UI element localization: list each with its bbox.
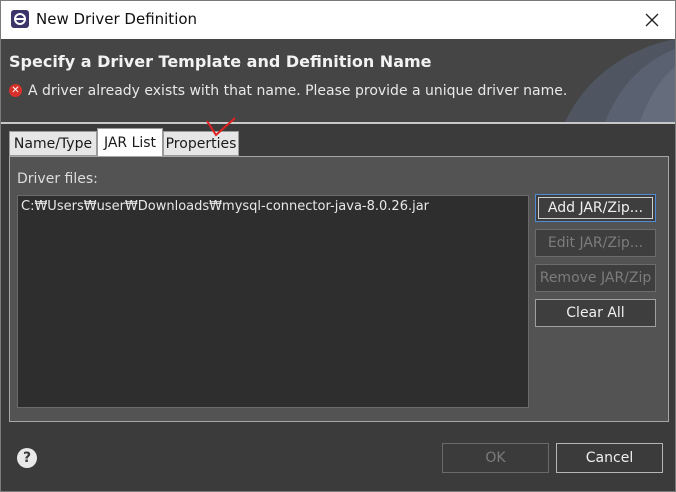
error-icon: ✕ <box>9 84 22 97</box>
tab-name-type[interactable]: Name/Type <box>9 131 97 156</box>
cancel-button[interactable]: Cancel <box>556 443 663 473</box>
edit-jar-label: Edit JAR/Zip... <box>547 235 644 251</box>
clear-all-button[interactable]: Clear All <box>535 299 656 327</box>
banner-title: Specify a Driver Template and Definition… <box>9 52 432 71</box>
title-bar: New Driver Definition <box>1 1 675 39</box>
help-icon[interactable]: ? <box>17 448 37 468</box>
cancel-label: Cancel <box>585 450 634 466</box>
clear-all-label: Clear All <box>566 305 625 321</box>
list-item[interactable]: C:₩Users₩user₩Downloads₩mysql-connector-… <box>21 199 429 214</box>
tab-label: JAR List <box>103 134 157 151</box>
tab-jar-list[interactable]: JAR List <box>97 128 163 156</box>
eclipse-icon <box>11 10 29 28</box>
ok-label: OK <box>485 450 506 466</box>
banner-separator <box>1 122 675 124</box>
edit-jar-button[interactable]: Edit JAR/Zip... <box>535 229 656 257</box>
remove-jar-button[interactable]: Remove JAR/Zip <box>535 264 656 292</box>
add-jar-button[interactable]: Add JAR/Zip... <box>535 194 656 222</box>
driver-files-list[interactable]: C:₩Users₩user₩Downloads₩mysql-connector-… <box>17 195 529 408</box>
banner-error-message: A driver already exists with that name. … <box>28 83 568 99</box>
remove-jar-label: Remove JAR/Zip <box>539 270 652 286</box>
ok-button[interactable]: OK <box>442 443 549 473</box>
wizard-banner: Specify a Driver Template and Definition… <box>1 39 675 122</box>
annotation-check-mark <box>206 117 236 137</box>
tab-label: Name/Type <box>13 135 93 152</box>
driver-files-label: Driver files: <box>17 171 98 187</box>
close-icon <box>645 13 659 27</box>
banner-decoration <box>565 39 675 122</box>
jar-list-panel: Driver files: C:₩Users₩user₩Downloads₩my… <box>9 156 669 422</box>
close-button[interactable] <box>629 1 675 39</box>
dialog-window: New Driver Definition Specify a Driver T… <box>0 0 676 492</box>
window-title: New Driver Definition <box>36 10 198 28</box>
add-jar-label: Add JAR/Zip... <box>547 200 644 216</box>
